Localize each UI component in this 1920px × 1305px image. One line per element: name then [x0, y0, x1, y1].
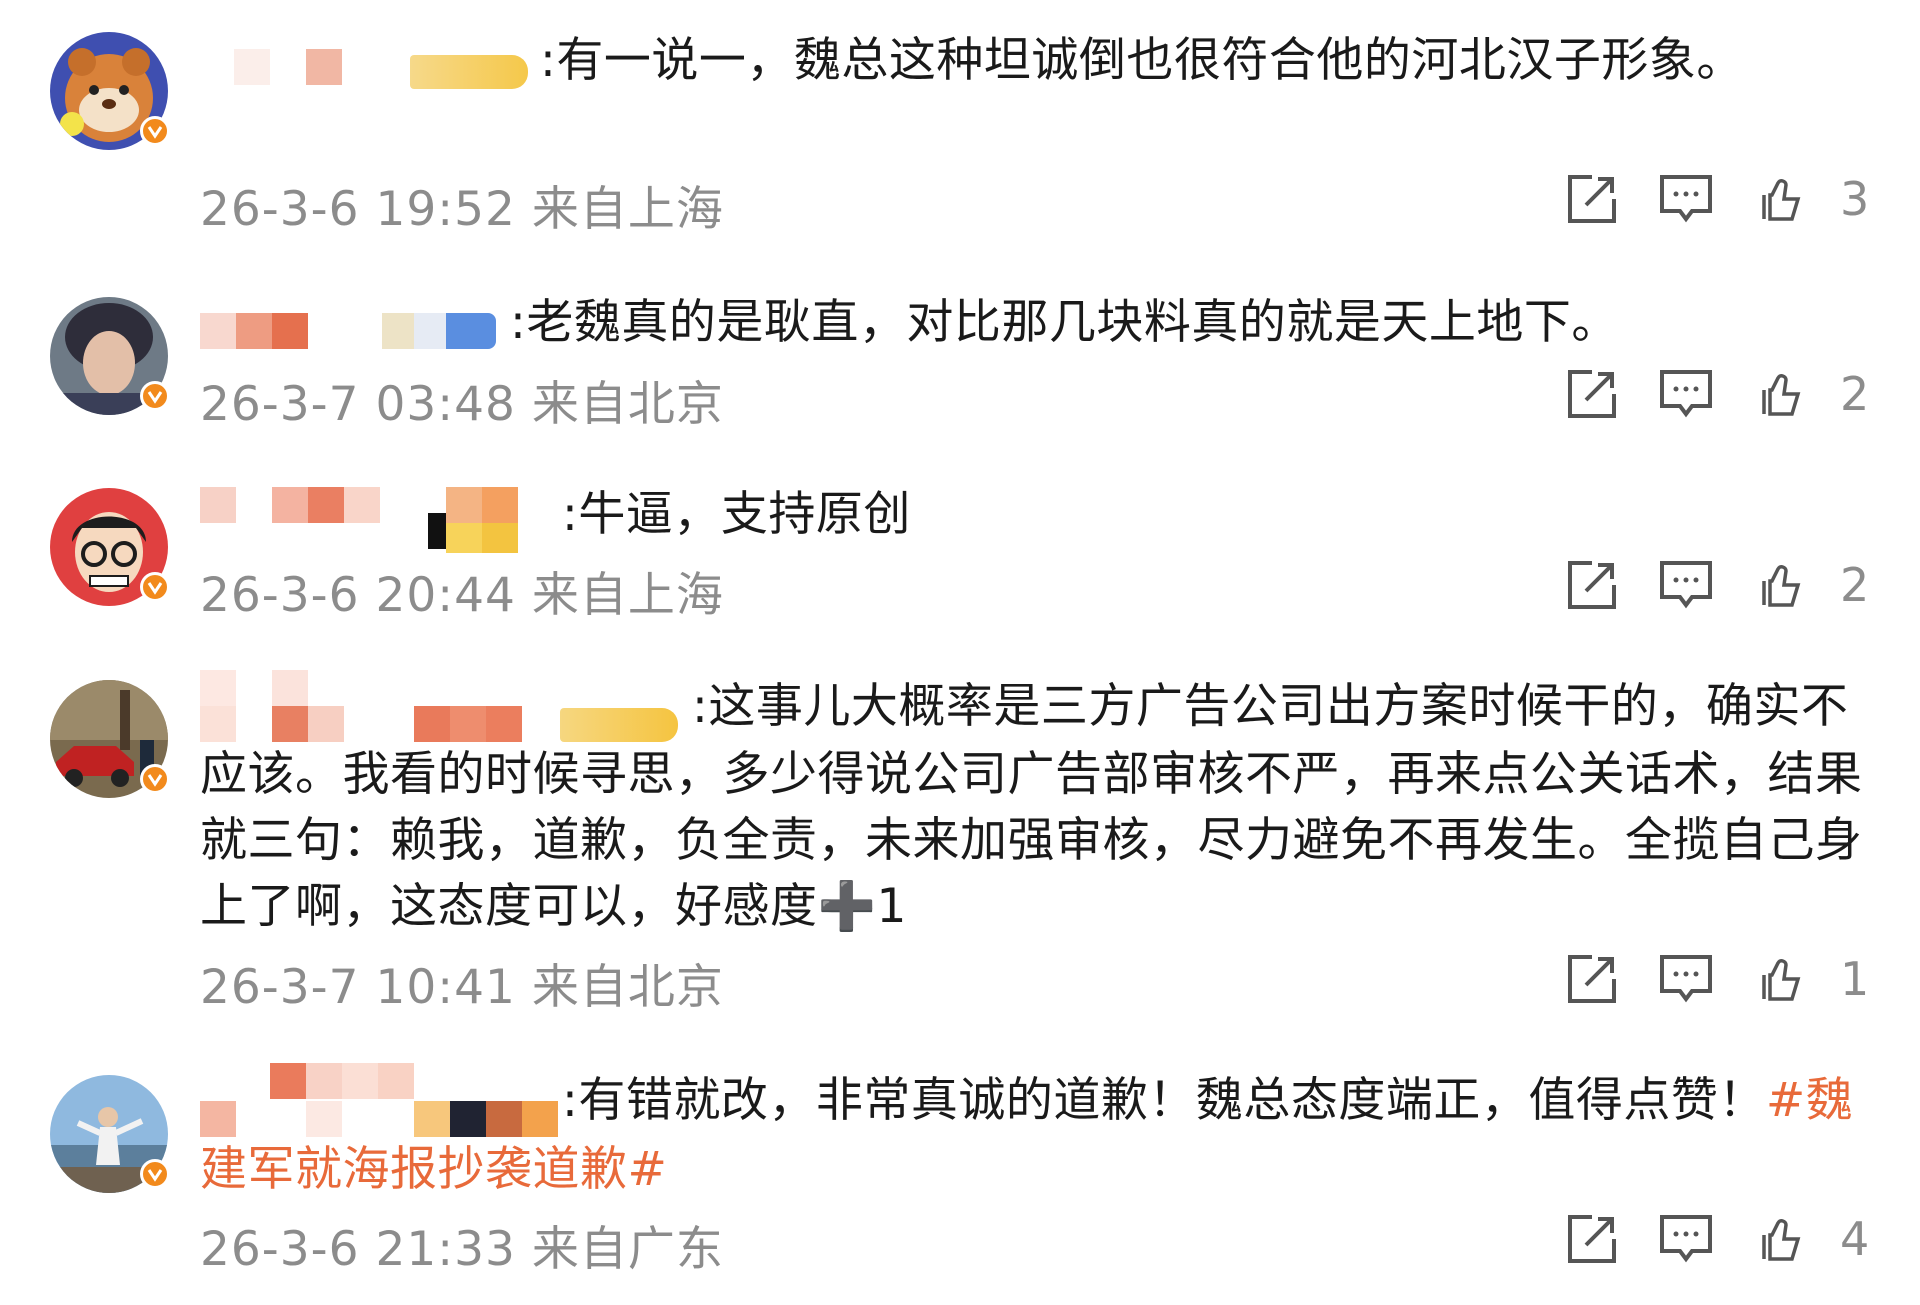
username-redacted[interactable]: [200, 483, 562, 553]
share-icon[interactable]: [1562, 169, 1622, 229]
like-icon[interactable]: [1750, 949, 1810, 1009]
like-icon[interactable]: [1750, 1209, 1810, 1269]
comment-text: :牛逼，支持原创: [200, 482, 1890, 553]
avatar[interactable]: [50, 680, 170, 798]
avatar[interactable]: [50, 32, 170, 150]
username-redacted[interactable]: [200, 301, 510, 351]
avatar[interactable]: [50, 1075, 170, 1193]
verified-badge-icon: [140, 764, 170, 794]
comment-icon[interactable]: [1656, 555, 1716, 615]
avatar[interactable]: [50, 488, 170, 606]
like-count: 2: [1840, 367, 1870, 421]
comment-time: 26-3-7 10:41 来自北京: [200, 960, 724, 1015]
comment-text: :有一说一，魏总这种坦诚倒也很符合他的河北汉子形象。: [200, 28, 1890, 94]
verified-badge-icon: [140, 381, 170, 411]
comment-text: :老魏真的是耿直，对比那几块料真的就是天上地下。: [200, 290, 1890, 356]
like-icon[interactable]: [1750, 169, 1810, 229]
verified-badge-icon: [140, 1159, 170, 1189]
share-icon[interactable]: [1562, 1209, 1622, 1269]
avatar[interactable]: [50, 297, 170, 415]
comment-icon[interactable]: [1656, 364, 1716, 424]
comment-icon[interactable]: [1656, 1209, 1716, 1269]
verified-badge-icon: [140, 572, 170, 602]
like-count: 3: [1840, 172, 1870, 226]
comment-text: :有错就改，非常真诚的道歉！魏总态度端正，值得点赞！#魏建军就海报抄袭道歉#: [200, 1062, 1890, 1203]
comment-time: 26-3-7 03:48 来自北京: [200, 377, 724, 432]
comment-text: :这事儿大概率是三方广告公司出方案时候干的，确实不应该。我看的时候寻思，多少得说…: [200, 669, 1890, 940]
comment-time: 26-3-6 21:33 来自广东: [200, 1222, 724, 1277]
like-count: 4: [1840, 1212, 1870, 1266]
like-count: 1: [1840, 952, 1870, 1006]
comment-icon[interactable]: [1656, 169, 1716, 229]
comment-time: 26-3-6 19:52 来自上海: [200, 182, 724, 237]
like-count: 2: [1840, 558, 1870, 612]
verified-badge-icon: [140, 116, 170, 146]
comment-icon[interactable]: [1656, 949, 1716, 1009]
like-icon[interactable]: [1750, 364, 1810, 424]
share-icon[interactable]: [1562, 949, 1622, 1009]
username-redacted[interactable]: [200, 1062, 562, 1137]
like-icon[interactable]: [1750, 555, 1810, 615]
username-redacted[interactable]: [200, 669, 692, 742]
comment-time: 26-3-6 20:44 来自上海: [200, 568, 724, 623]
share-icon[interactable]: [1562, 364, 1622, 424]
share-icon[interactable]: [1562, 555, 1622, 615]
username-redacted[interactable]: [200, 39, 540, 89]
